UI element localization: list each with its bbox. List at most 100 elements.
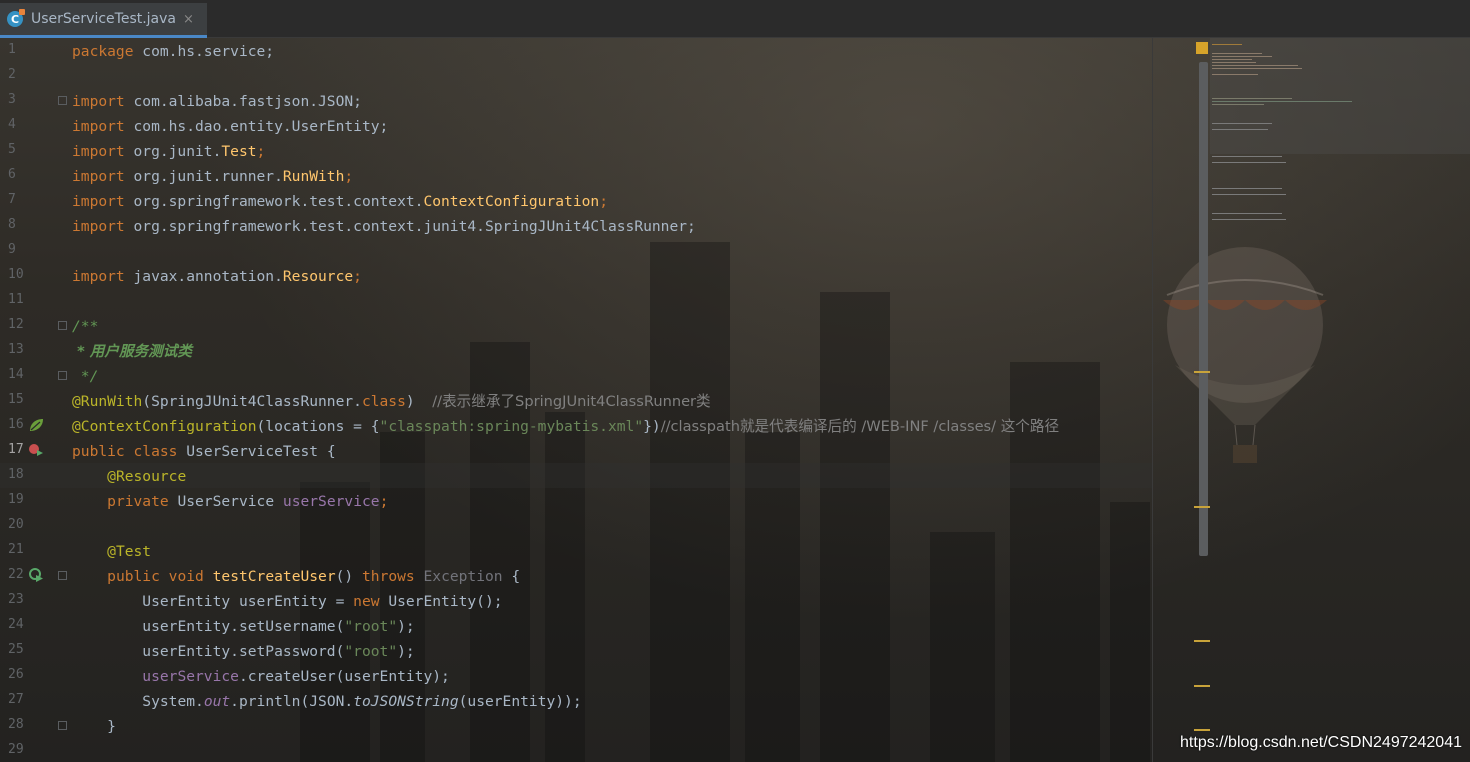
code-line: userEntity.setPassword("root");: [142, 643, 415, 660]
gutter-line: 16: [0, 413, 70, 438]
code-line: package com.hs.service;: [72, 43, 275, 60]
ide-window: C UserServiceTest.java × 1 2 3 4 5 6 7 8…: [0, 0, 1470, 762]
code-line: import org.springframework.test.context.…: [72, 218, 696, 235]
watermark-text: https://blog.csdn.net/CSDN2497242041: [1180, 734, 1462, 751]
gutter-line: 18: [0, 463, 70, 488]
code-line: */: [72, 368, 99, 385]
tab-userservicetest[interactable]: C UserServiceTest.java ×: [0, 3, 207, 38]
gutter-line: 28: [0, 713, 70, 738]
gutter-line: 3: [0, 88, 70, 113]
code-line: /**: [72, 318, 99, 335]
line-number: 23: [8, 592, 24, 607]
line-number: 11: [8, 292, 24, 307]
scroll-marker[interactable]: [1194, 729, 1210, 731]
gutter-line: 9: [0, 238, 70, 263]
gutter-line: 17: [0, 438, 70, 463]
gutter-line: 22: [0, 563, 70, 588]
code-line: @Resource: [107, 468, 187, 485]
spring-leaf-icon[interactable]: [28, 417, 44, 433]
code-line: public class UserServiceTest {: [72, 443, 336, 460]
gutter-line: 4: [0, 113, 70, 138]
line-number: 10: [8, 267, 24, 282]
scroll-marker[interactable]: [1194, 640, 1210, 642]
line-number: 5: [8, 142, 16, 157]
gutter-line: 27: [0, 688, 70, 713]
line-number: 21: [8, 542, 24, 557]
code-line: import com.alibaba.fastjson.JSON;: [72, 93, 362, 110]
gutter-line: 29: [0, 738, 70, 762]
tab-title: UserServiceTest.java: [31, 11, 177, 27]
line-number: 22: [8, 567, 24, 582]
line-number: 18: [8, 467, 24, 482]
gutter-line: 11: [0, 288, 70, 313]
code-line: import javax.annotation.Resource;: [72, 268, 362, 285]
code-line: userEntity.setUsername("root");: [142, 618, 415, 635]
code-line: }: [107, 718, 116, 735]
line-number: 2: [8, 67, 16, 82]
gutter-line: 15: [0, 388, 70, 413]
gutter-line: 10: [0, 263, 70, 288]
gutter-line: 8: [0, 213, 70, 238]
code-line: import org.junit.Test;: [72, 143, 266, 160]
gutter-line: 24: [0, 613, 70, 638]
gutter-line: 1: [0, 38, 70, 63]
fold-icon[interactable]: [58, 321, 67, 330]
fold-icon[interactable]: [58, 371, 67, 380]
code-line: public void testCreateUser() throws Exce…: [107, 568, 521, 585]
code-editor[interactable]: 1 2 3 4 5 6 7 8 9 10 11 12 13 14 15 16 1…: [0, 38, 1152, 762]
line-number: 15: [8, 392, 24, 407]
code-line: UserEntity userEntity = new UserEntity()…: [142, 593, 503, 610]
gutter-line: 25: [0, 638, 70, 663]
gutter-line: 19: [0, 488, 70, 513]
gutter-line: 13: [0, 338, 70, 363]
scroll-marker[interactable]: [1194, 506, 1210, 508]
code-line: private UserService userService;: [107, 493, 389, 510]
gutter-line: 2: [0, 63, 70, 88]
run-test-class-icon[interactable]: [28, 442, 44, 458]
line-number: 16: [8, 417, 24, 432]
scroll-marker[interactable]: [1194, 685, 1210, 687]
gutter-line: 5: [0, 138, 70, 163]
line-number: 20: [8, 517, 24, 532]
line-number: 25: [8, 642, 24, 657]
line-number: 1: [8, 42, 16, 57]
line-number: 7: [8, 192, 16, 207]
code-line: import org.junit.runner.RunWith;: [72, 168, 354, 185]
gutter-line: 20: [0, 513, 70, 538]
java-class-icon: C: [7, 9, 25, 27]
scroll-marker[interactable]: [1194, 371, 1210, 373]
line-number: 6: [8, 167, 16, 182]
minimap-divider: [1152, 38, 1153, 762]
code-line: @ContextConfiguration(locations = {"clas…: [72, 418, 1060, 435]
gutter-line: 14: [0, 363, 70, 388]
fold-icon[interactable]: [58, 721, 67, 730]
gutter-line: 6: [0, 163, 70, 188]
editor-tab-bar: C UserServiceTest.java ×: [0, 0, 1470, 38]
close-icon[interactable]: ×: [183, 12, 194, 27]
fold-icon[interactable]: [58, 571, 67, 580]
line-number-gutter[interactable]: 1 2 3 4 5 6 7 8 9 10 11 12 13 14 15 16 1…: [0, 38, 70, 762]
code-line: System.out.println(JSON.toJSONString(use…: [142, 693, 582, 710]
code-line: import com.hs.dao.entity.UserEntity;: [72, 118, 389, 135]
line-number: 14: [8, 367, 24, 382]
line-number: 26: [8, 667, 24, 682]
warning-indicator-icon[interactable]: [1196, 42, 1208, 54]
line-number: 28: [8, 717, 24, 732]
run-test-method-icon[interactable]: [28, 567, 44, 583]
gutter-line: 12: [0, 313, 70, 338]
line-number: 19: [8, 492, 24, 507]
code-line: userService.createUser(userEntity);: [142, 668, 450, 685]
line-number: 24: [8, 617, 24, 632]
line-number: 29: [8, 742, 24, 757]
code-line: import org.springframework.test.context.…: [72, 193, 608, 210]
code-line: @Test: [107, 543, 152, 560]
line-number: 27: [8, 692, 24, 707]
vertical-scrollbar-thumb[interactable]: [1199, 62, 1208, 556]
line-number: 12: [8, 317, 24, 332]
line-number: 4: [8, 117, 16, 132]
fold-icon[interactable]: [58, 96, 67, 105]
line-number: 17: [8, 442, 24, 457]
line-number: 13: [8, 342, 24, 357]
gutter-line: 21: [0, 538, 70, 563]
code-line: @RunWith(SpringJUnit4ClassRunner.class) …: [72, 393, 711, 410]
